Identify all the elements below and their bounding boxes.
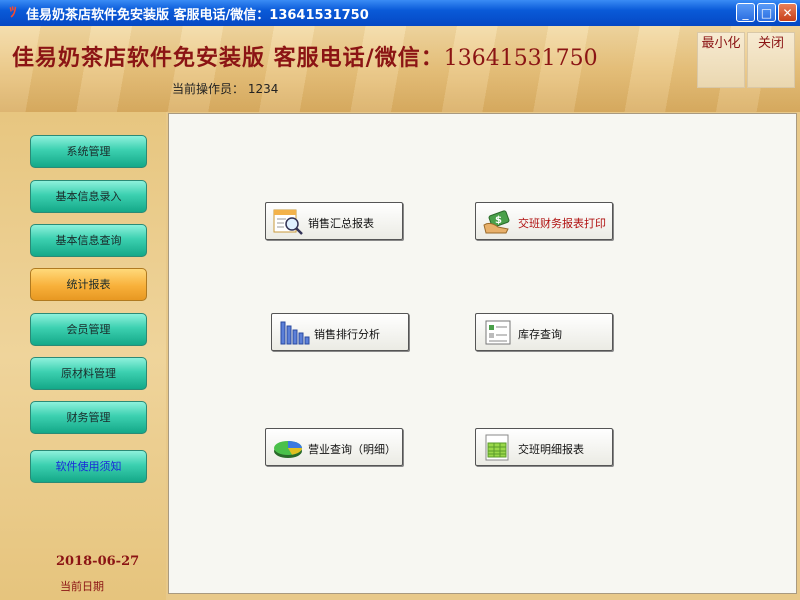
current-operator: 当前操作员： 1234 [172,82,279,96]
shift-detail-report-label: 交班明细报表 [518,443,584,456]
shift-finance-report-print-label: 交班财务报表打印 [518,217,606,230]
close-window-button[interactable]: ✕ [778,3,797,22]
bar-chart-icon [280,321,310,345]
nav-software-usage-notes[interactable]: 软件使用须知 [30,450,147,483]
sales-summary-report-label: 销售汇总报表 [308,217,374,230]
app-logo-icon: ﾂ [9,5,17,21]
app-banner-title: 佳易奶茶店软件免安装版 客服电话/微信：13641531750 [12,40,598,72]
app-header: 佳易奶茶店软件免安装版 客服电话/微信：13641531750 当前操作员： 1… [0,26,800,112]
nav-member-management[interactable]: 会员管理 [30,313,147,346]
sales-ranking-analysis-button[interactable]: 销售排行分析 [271,313,409,351]
money-hand-icon: $ [483,210,510,234]
svg-text:$: $ [495,215,502,226]
shift-finance-report-print-button[interactable]: $ 交班财务报表打印 [475,202,613,240]
nav-basic-info-query[interactable]: 基本信息查询 [30,224,147,257]
banner-title-text: 佳易奶茶店软件免安装版 客服电话/微信： [12,45,444,71]
banner-phone: 13641531750 [443,46,598,71]
minimize-window-button[interactable]: _ [736,3,755,22]
title-bar: ﾂ 佳易奶茶店软件免安装版 客服电话/微信：13641531750 _ □ ✕ [0,0,800,26]
sidebar: 系统管理 基本信息录入 基本信息查询 统计报表 会员管理 原材料管理 财务管理 … [0,112,166,600]
checklist-icon [485,320,511,345]
close-button[interactable]: 关闭 [747,32,795,88]
shift-detail-report-button[interactable]: 交班明细报表 [475,428,613,466]
inventory-query-button[interactable]: 库存查询 [475,313,613,351]
sales-summary-report-button[interactable]: 销售汇总报表 [265,202,403,240]
inventory-query-label: 库存查询 [518,328,562,341]
nav-system-management[interactable]: 系统管理 [30,135,147,168]
nav-statistics-reports[interactable]: 统计报表 [30,268,147,301]
current-date-label: 当前日期 [60,580,104,593]
pie-chart-icon [274,441,302,458]
nav-finance-management[interactable]: 财务管理 [30,401,147,434]
current-date: 2018-06-27 [56,554,140,569]
app-window: ﾂ 佳易奶茶店软件免安装版 客服电话/微信：13641531750 _ □ ✕ … [0,0,800,600]
report-magnifier-icon [273,209,303,235]
business-query-detail-label: 营业查询（明细） [308,443,396,456]
window-title: 佳易奶茶店软件免安装版 客服电话/微信：13641531750 [26,8,369,23]
maximize-window-button[interactable]: □ [757,3,776,22]
minimize-button[interactable]: 最小化 [697,32,745,88]
nav-basic-info-entry[interactable]: 基本信息录入 [30,180,147,213]
nav-raw-material-management[interactable]: 原材料管理 [30,357,147,390]
spreadsheet-icon [485,434,509,461]
report-panel: 销售汇总报表 $ 交班财务报表打印 销售排行分析 库存查询 营业查询（明细） 交… [168,113,797,594]
sales-ranking-analysis-label: 销售排行分析 [314,328,380,341]
business-query-detail-button[interactable]: 营业查询（明细） [265,428,403,466]
